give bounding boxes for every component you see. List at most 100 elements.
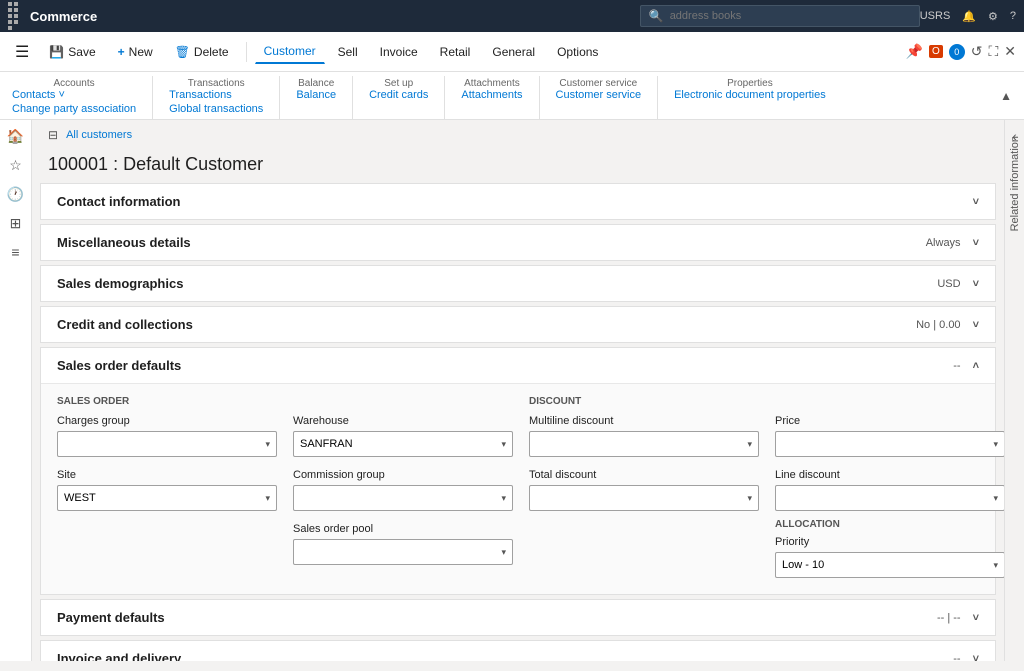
line-discount-field: Line discount ▾ <box>775 469 1004 511</box>
site-select[interactable]: WEST ▾ <box>57 485 277 511</box>
ribbon-item-attachments[interactable]: Attachments <box>461 89 522 101</box>
section-invoice-delivery: Invoice and delivery -- ˅ <box>40 640 996 661</box>
tab-invoice[interactable]: Invoice <box>371 40 427 64</box>
bell-icon[interactable]: 🔔 <box>962 10 976 23</box>
site-label: Site <box>57 469 277 481</box>
title-bar-right: USRS 🔔 ⚙ ? <box>920 10 1016 23</box>
section-meta-sales-defaults: -- ˄ <box>953 360 979 372</box>
section-title-contact: Contact information <box>57 194 181 209</box>
ribbon-item-global-transactions[interactable]: Global transactions <box>169 103 263 115</box>
save-button[interactable]: 💾 Save <box>40 40 104 64</box>
delete-button[interactable]: 🗑 Delete <box>166 40 238 64</box>
ribbon-item-electronic-doc[interactable]: Electronic document properties <box>674 89 826 101</box>
ribbon-item-transactions[interactable]: Transactions <box>169 89 232 101</box>
credit-cards-link[interactable]: Credit cards <box>369 89 428 101</box>
ribbon-item-customer-service[interactable]: Customer service <box>556 89 642 101</box>
ribbon-item-change-party[interactable]: Change party association <box>12 103 136 115</box>
section-meta-invoice-delivery: -- ˅ <box>953 653 979 662</box>
sales-order-pool-label: Sales order pool <box>293 523 513 535</box>
tab-general[interactable]: General <box>483 40 544 64</box>
section-title-sales-defaults: Sales order defaults <box>57 358 181 373</box>
breadcrumb[interactable]: All customers <box>66 129 132 141</box>
expand-icon[interactable]: ⛶ <box>988 43 998 60</box>
commission-group-label: Commission group <box>293 469 513 481</box>
sales-order-group-label: SALES ORDER <box>57 396 277 407</box>
settings-icon[interactable]: ⚙ <box>988 10 998 23</box>
allocation-label: ALLOCATION <box>775 519 1004 530</box>
site-arrow: ▾ <box>265 493 270 504</box>
section-header-payment[interactable]: Payment defaults -- | -- ˅ <box>41 600 995 635</box>
balance-link[interactable]: Balance <box>296 89 336 101</box>
section-header-misc[interactable]: Miscellaneous details Always ˅ <box>41 225 995 260</box>
new-icon: + <box>118 45 125 59</box>
grid-icon[interactable]: ⊞ <box>10 215 22 232</box>
new-button[interactable]: + New <box>109 40 162 64</box>
warehouse-label: Warehouse <box>293 415 513 427</box>
help-icon[interactable]: ? <box>1010 10 1016 22</box>
recent-icon[interactable]: 🕐 <box>7 186 24 203</box>
site-value: WEST <box>64 492 96 504</box>
app-grid-icon[interactable] <box>8 2 22 30</box>
electronic-doc-link[interactable]: Electronic document properties <box>674 89 826 101</box>
close-icon[interactable]: ✕ <box>1004 43 1016 60</box>
transactions-link[interactable]: Transactions <box>169 89 232 101</box>
refresh-icon[interactable]: ↺ <box>971 43 983 60</box>
commission-group-select[interactable]: ▾ <box>293 485 513 511</box>
section-contact-information: Contact information ˅ <box>40 183 996 220</box>
ribbon-item-balance[interactable]: Balance <box>296 89 336 101</box>
total-discount-select[interactable]: ▾ <box>529 485 759 511</box>
related-information-label[interactable]: Related information <box>1009 136 1021 231</box>
section-header-sales-demo[interactable]: Sales demographics USD ˅ <box>41 266 995 301</box>
app-name: Commerce <box>30 9 640 24</box>
search-input[interactable] <box>670 10 910 22</box>
star-icon[interactable]: ☆ <box>9 157 22 174</box>
priority-value: Low - 10 <box>782 559 824 571</box>
hamburger-menu[interactable]: ☰ <box>8 39 36 65</box>
ribbon-items-transactions: Transactions <box>169 89 263 101</box>
delete-icon: 🗑 <box>175 45 190 59</box>
line-discount-arrow: ▾ <box>993 493 998 504</box>
sales-order-pool-select[interactable]: ▾ <box>293 539 513 565</box>
priority-label: Priority <box>775 536 1004 548</box>
change-party-link[interactable]: Change party association <box>12 103 136 115</box>
chevron-up-icon[interactable]: ▲ <box>1000 89 1012 103</box>
sales-order-pool-arrow: ▾ <box>501 547 506 558</box>
attachments-link[interactable]: Attachments <box>461 89 522 101</box>
tab-retail[interactable]: Retail <box>431 40 480 64</box>
tab-sell[interactable]: Sell <box>329 40 367 64</box>
ribbon-item-contacts[interactable]: Contacts ˅ <box>12 89 65 101</box>
chevron-down-payment: ˅ <box>973 612 979 624</box>
ribbon-item-credit-cards[interactable]: Credit cards <box>369 89 428 101</box>
priority-field: Priority Low - 10 ▾ <box>775 536 1004 578</box>
warehouse-select[interactable]: SANFRAN ▾ <box>293 431 513 457</box>
section-header-contact[interactable]: Contact information ˅ <box>41 184 995 219</box>
contacts-link[interactable]: Contacts ˅ <box>12 89 65 101</box>
office-icon[interactable]: O <box>929 45 943 58</box>
multiline-discount-select[interactable]: ▾ <box>529 431 759 457</box>
site-field: Site WEST ▾ <box>57 469 277 511</box>
badge-icon[interactable]: 0 <box>949 44 965 60</box>
home-icon[interactable]: 🏠 <box>7 128 24 145</box>
search-bar[interactable]: 🔍 <box>640 5 920 27</box>
commission-group-arrow: ▾ <box>501 493 506 504</box>
global-transactions-link[interactable]: Global transactions <box>169 103 263 115</box>
section-header-invoice-delivery[interactable]: Invoice and delivery -- ˅ <box>41 641 995 661</box>
tab-options[interactable]: Options <box>548 40 607 64</box>
list-icon[interactable]: ≡ <box>11 244 19 260</box>
ribbon-group-title-transactions: Transactions <box>169 78 263 89</box>
section-title-sales-demo: Sales demographics <box>57 276 183 291</box>
section-header-credit[interactable]: Credit and collections No | 0.00 ˅ <box>41 307 995 342</box>
price-select[interactable]: ▾ <box>775 431 1004 457</box>
multiline-discount-arrow: ▾ <box>747 439 752 450</box>
section-credit-collections: Credit and collections No | 0.00 ˅ <box>40 306 996 343</box>
line-discount-select[interactable]: ▾ <box>775 485 1004 511</box>
filter-icon[interactable]: ⊟ <box>48 128 58 142</box>
customer-service-link[interactable]: Customer service <box>556 89 642 101</box>
tab-customer[interactable]: Customer <box>255 39 325 64</box>
pin-icon[interactable]: 📌 <box>906 43 923 60</box>
charges-group-select[interactable]: ▾ <box>57 431 277 457</box>
section-header-sales-defaults[interactable]: Sales order defaults -- ˄ <box>41 348 995 383</box>
priority-select[interactable]: Low - 10 ▾ <box>775 552 1004 578</box>
total-discount-label: Total discount <box>529 469 759 481</box>
ribbon-collapse[interactable]: ▲ <box>1000 76 1012 119</box>
